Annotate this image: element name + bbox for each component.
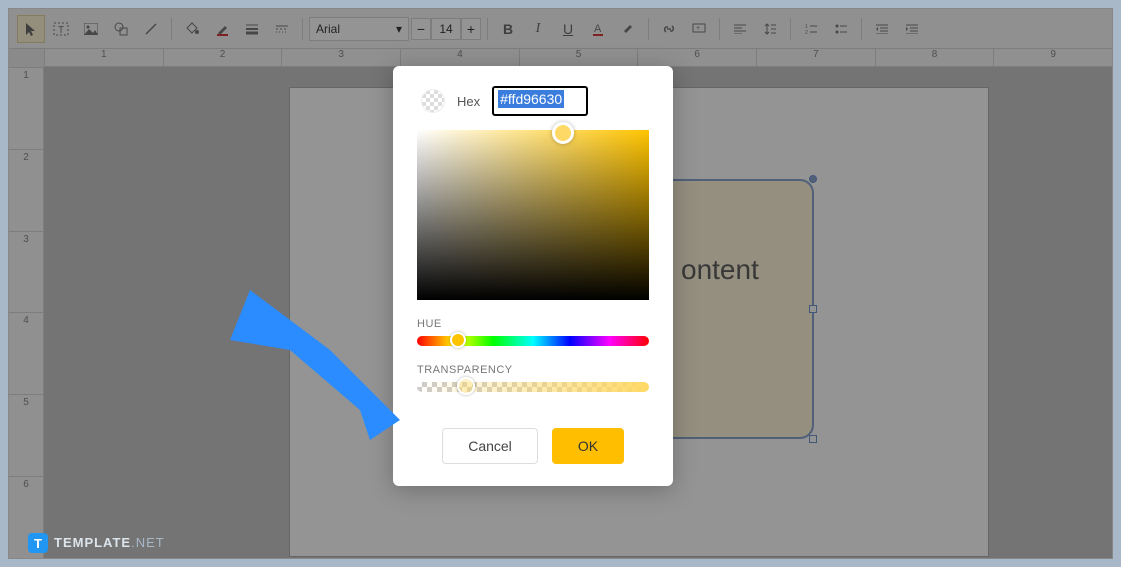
hex-input[interactable]: #ffd96630: [492, 86, 588, 116]
watermark: T TEMPLATE.NET: [28, 533, 165, 553]
hue-label: HUE: [417, 318, 649, 330]
color-picker-dialog: Hex #ffd96630 HUE TRANSPARENCY Cancel OK: [393, 66, 673, 486]
sv-cursor[interactable]: [552, 122, 574, 144]
hex-value: #ffd96630: [498, 90, 564, 108]
transparency-slider[interactable]: [417, 382, 649, 392]
hue-cursor[interactable]: [450, 332, 466, 348]
cancel-button[interactable]: Cancel: [442, 428, 538, 464]
hue-slider[interactable]: [417, 336, 649, 346]
ok-button[interactable]: OK: [552, 428, 624, 464]
transparency-cursor[interactable]: [457, 377, 475, 395]
watermark-icon: T: [28, 533, 48, 553]
hex-label: Hex: [457, 94, 480, 109]
transparency-preview-icon: [421, 89, 445, 113]
watermark-text-bold: TEMPLATE: [54, 535, 131, 550]
transparency-label: TRANSPARENCY: [417, 364, 649, 376]
watermark-text-light: .NET: [131, 535, 165, 550]
saturation-value-field[interactable]: [417, 130, 649, 300]
